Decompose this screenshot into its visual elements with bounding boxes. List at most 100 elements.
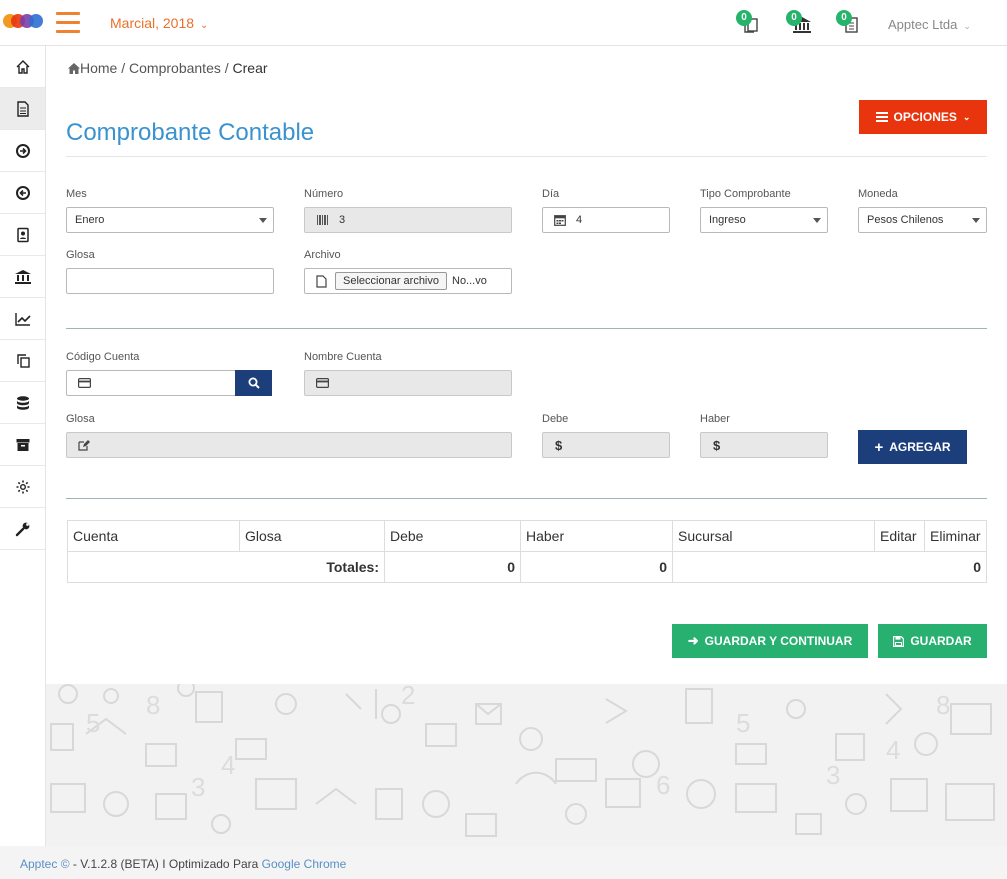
caret-down-icon	[972, 218, 980, 223]
breadcrumb-home-link[interactable]: Home	[80, 60, 117, 76]
search-cuenta-button[interactable]	[235, 370, 272, 396]
notification-bank[interactable]: 0	[786, 10, 812, 36]
column-header: Editar	[874, 520, 925, 552]
archivo-label: Archivo	[304, 249, 341, 261]
notification-documents[interactable]: 0	[736, 10, 762, 36]
guardar-button[interactable]: GUARDAR	[878, 624, 987, 658]
codigo-cuenta-label: Código Cuenta	[66, 351, 140, 363]
svg-text:8: 8	[146, 690, 160, 720]
wrench-icon	[15, 522, 29, 536]
numero-label: Número	[304, 188, 344, 200]
tipo-comprobante-label: Tipo Comprobante	[700, 188, 791, 200]
sidebar-item-bank[interactable]	[0, 256, 45, 298]
opciones-label: OPCIONES	[893, 110, 957, 124]
column-header: Glosa	[239, 520, 385, 552]
debe-input[interactable]: $	[542, 432, 670, 458]
notification-badge: 0	[736, 10, 752, 26]
dollar-icon: $	[713, 437, 721, 453]
table-header-row: Cuenta Glosa Debe Haber Sucursal Editar …	[67, 520, 987, 552]
breadcrumb-separator: /	[220, 60, 233, 76]
sidebar-item-ingresos[interactable]	[0, 130, 45, 172]
footer-text: - V.1.2.8 (BETA) I Optimizado Para	[69, 857, 262, 871]
credit-card-icon	[316, 378, 329, 388]
tipo-comprobante-select[interactable]: Ingreso	[700, 207, 828, 233]
mes-select[interactable]: Enero	[66, 207, 274, 233]
breadcrumb: Home / Comprobantes / Crear	[68, 60, 268, 76]
home-icon	[16, 59, 29, 74]
sidebar-item-copy[interactable]	[0, 340, 45, 382]
sidebar	[0, 46, 46, 846]
svg-text:5: 5	[736, 708, 750, 738]
select-file-button[interactable]: Seleccionar archivo	[335, 272, 447, 290]
glosa-linea-field[interactable]	[66, 432, 512, 458]
arrow-left-circle-icon	[15, 185, 30, 200]
total-debe: 0	[384, 551, 521, 583]
dia-label: Día	[542, 188, 560, 200]
guardar-y-continuar-label: GUARDAR Y CONTINUAR	[704, 634, 853, 648]
mes-value: Enero	[75, 214, 105, 226]
haber-label: Haber	[700, 413, 730, 425]
sidebar-item-contacts[interactable]	[0, 214, 45, 256]
company-selector[interactable]: Marcial, 2018 ⌄	[110, 15, 208, 31]
app-logo[interactable]	[2, 12, 44, 30]
archivo-file-input[interactable]: Seleccionar archivo No...vo	[304, 268, 512, 294]
haber-input[interactable]: $	[700, 432, 828, 458]
dollar-icon: $	[555, 437, 563, 453]
home-icon	[68, 63, 80, 74]
footer-browser-link[interactable]: Google Chrome	[262, 857, 347, 871]
decorative-pattern: 8 5 4 2 3 6 5 3 4 8	[46, 684, 1007, 846]
dia-value: 4	[576, 214, 583, 226]
divider	[66, 156, 987, 157]
chevron-down-icon: ⌄	[963, 21, 971, 31]
entries-table: Cuenta Glosa Debe Haber Sucursal Editar …	[67, 520, 987, 583]
numero-field[interactable]: 3	[304, 207, 512, 233]
column-header: Cuenta	[67, 520, 240, 552]
company-label: Marcial, 2018	[110, 15, 195, 31]
user-label: Apptec Ltda	[888, 17, 958, 32]
opciones-dropdown-button[interactable]: OPCIONES ⌄	[859, 100, 987, 134]
guardar-y-continuar-button[interactable]: ➜ GUARDAR Y CONTINUAR	[672, 624, 868, 658]
credit-card-icon	[78, 378, 91, 388]
dia-field[interactable]: 4	[542, 207, 670, 233]
column-header: Debe	[384, 520, 521, 552]
bars-icon	[875, 112, 888, 122]
sidebar-item-egresos[interactable]	[0, 172, 45, 214]
totals-row: Totales: 0 0 0	[67, 551, 987, 583]
breadcrumb-current: Crear	[232, 60, 268, 76]
glosa-input[interactable]	[66, 268, 274, 294]
sidebar-item-settings[interactable]	[0, 466, 45, 508]
sidebar-item-database[interactable]	[0, 382, 45, 424]
breadcrumb-comprobantes-link[interactable]: Comprobantes	[129, 60, 221, 76]
copy-icon	[16, 353, 30, 368]
tipo-comprobante-value: Ingreso	[709, 214, 746, 226]
moneda-label: Moneda	[858, 188, 898, 200]
debe-label: Debe	[542, 413, 569, 425]
sidebar-item-document[interactable]	[0, 88, 45, 130]
notification-badge: 0	[836, 10, 852, 26]
calendar-icon	[554, 214, 566, 226]
column-header: Sucursal	[672, 520, 875, 552]
sidebar-item-archive[interactable]	[0, 424, 45, 466]
archive-icon	[16, 438, 29, 451]
notification-invoice[interactable]: 0	[836, 10, 862, 36]
file-icon	[316, 274, 327, 288]
caret-down-icon	[813, 218, 821, 223]
sidebar-item-home[interactable]	[0, 46, 45, 88]
column-header: Eliminar	[924, 520, 987, 552]
edit-icon	[78, 439, 90, 451]
agregar-button[interactable]: + AGREGAR	[858, 430, 967, 464]
main-content: Home / Comprobantes / Crear Comprobante …	[46, 46, 1007, 684]
totals-label: Totales:	[67, 551, 385, 583]
sidebar-item-tools[interactable]	[0, 508, 45, 550]
notification-badge: 0	[786, 10, 802, 26]
glosa-linea-label: Glosa	[66, 413, 95, 425]
contact-card-icon	[16, 227, 29, 242]
user-menu[interactable]: Apptec Ltda ⌄	[888, 17, 971, 32]
nombre-cuenta-field[interactable]	[304, 370, 512, 396]
column-header: Haber	[520, 520, 673, 552]
moneda-select[interactable]: Pesos Chilenos	[858, 207, 987, 233]
footer-brand[interactable]: Apptec ©	[20, 857, 70, 871]
sidebar-item-reports[interactable]	[0, 298, 45, 340]
menu-toggle-button[interactable]	[56, 12, 80, 33]
codigo-cuenta-input[interactable]	[66, 370, 236, 396]
